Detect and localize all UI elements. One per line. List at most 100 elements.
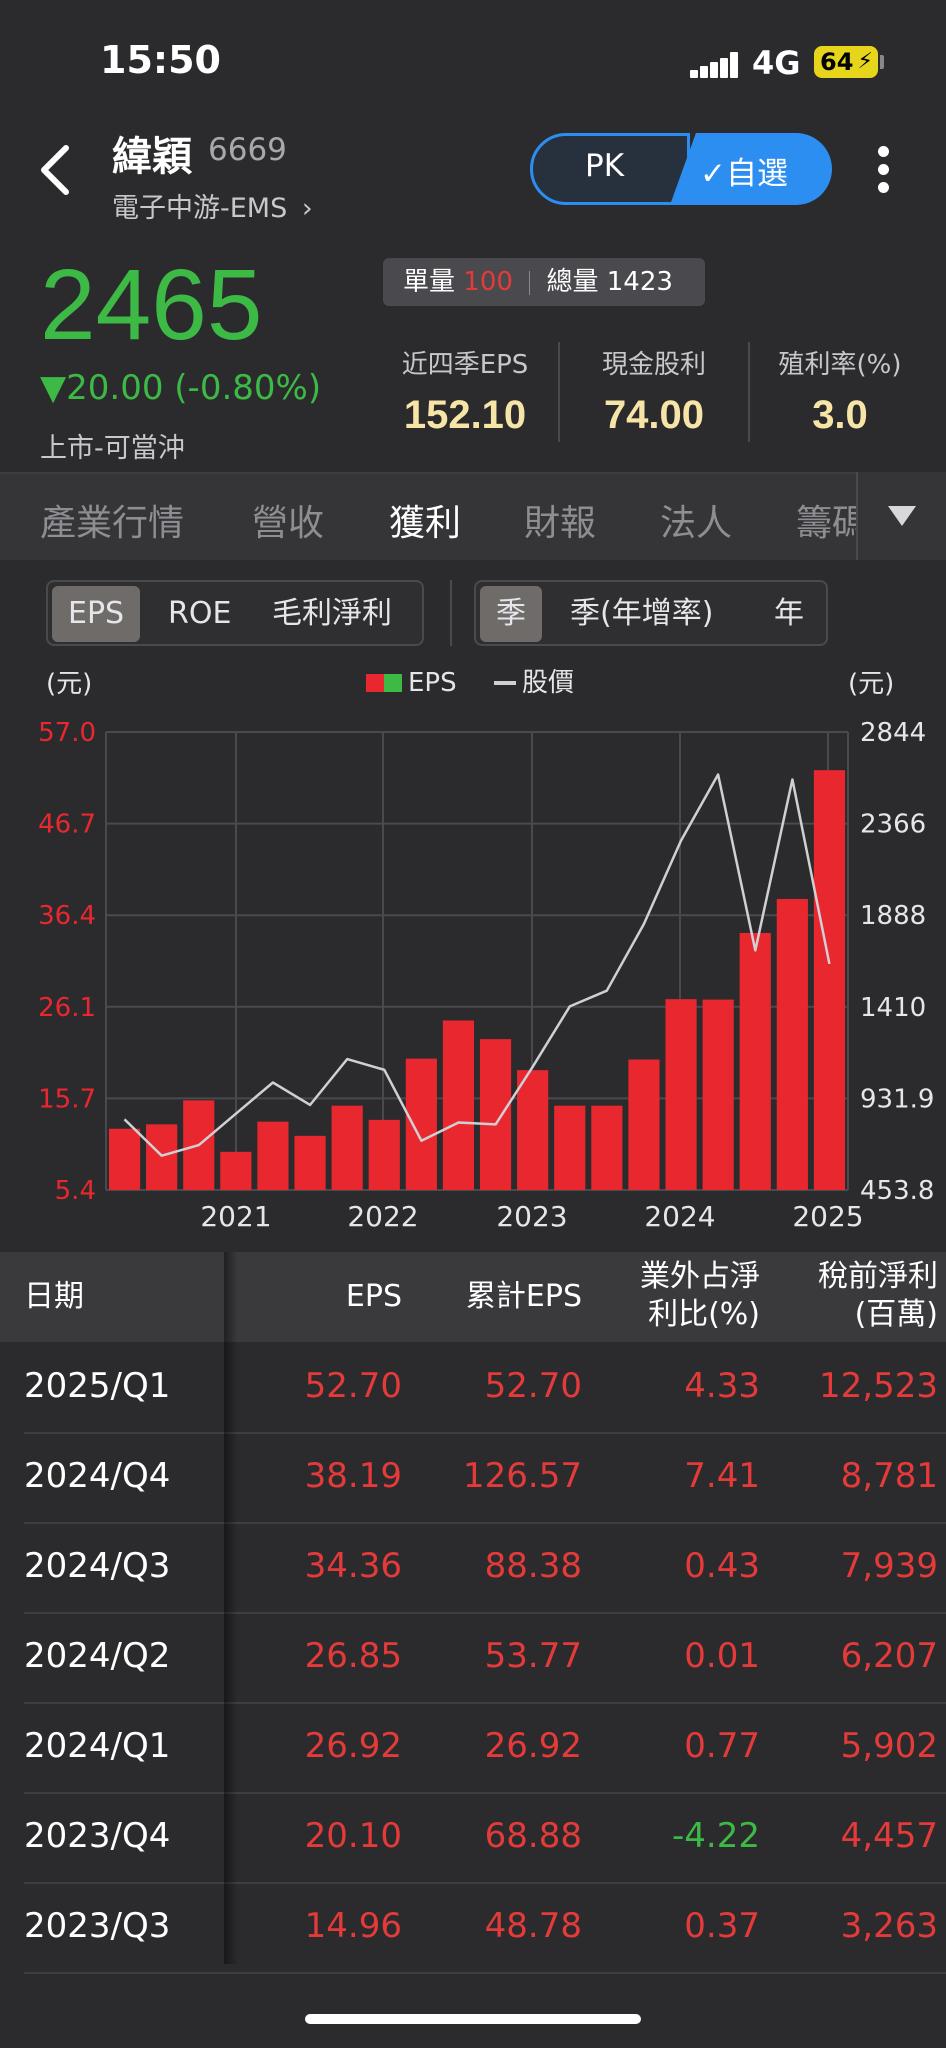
market-type: 上市-可當沖 — [40, 433, 185, 464]
period-quarter-yoy[interactable]: 季(年增率) — [570, 586, 713, 642]
metric-toggle: EPS ROE 毛利淨利 — [46, 580, 424, 646]
cell-cum-eps: 126.57 — [463, 1456, 582, 1496]
eps-bar[interactable] — [591, 1105, 623, 1190]
cell-date: 2024/Q2 — [24, 1636, 171, 1676]
volume-box: 單量 100 總量 1423 — [383, 258, 705, 306]
table-row[interactable]: 2024/Q2 26.85 53.77 0.01 6,207 — [0, 1612, 946, 1702]
right-tick-label: 931.9 — [860, 1084, 934, 1114]
metric-margin[interactable]: 毛利淨利 — [272, 586, 392, 642]
table-row[interactable]: 2023/Q4 20.10 68.88 -4.22 4,457 — [0, 1792, 946, 1882]
legend-eps: EPS — [408, 668, 457, 698]
cell-pretax: 3,263 — [840, 1906, 938, 1946]
cell-date: 2024/Q1 — [24, 1726, 171, 1766]
sector-link[interactable]: 電子中游-EMS › — [112, 186, 313, 225]
left-tick-label: 26.1 — [38, 993, 96, 1023]
eps-bar[interactable] — [554, 1105, 586, 1190]
total-volume-label: 總量 — [546, 267, 599, 297]
eps-bar[interactable] — [257, 1121, 289, 1190]
metric-roe[interactable]: ROE — [168, 586, 231, 642]
col-header-date: 日期 — [24, 1279, 84, 1314]
eps-bar[interactable] — [702, 999, 734, 1190]
pk-label: PK — [585, 148, 625, 184]
sector-label: 電子中游-EMS — [112, 193, 288, 224]
table-row[interactable]: 2024/Q4 38.19 126.57 7.41 8,781 — [0, 1432, 946, 1522]
signal-icon — [690, 52, 740, 78]
period-year[interactable]: 年 — [774, 586, 804, 642]
stock-code: 6669 — [208, 132, 287, 168]
tab-institutional[interactable]: 法人 — [660, 494, 732, 546]
left-tick-label: 36.4 — [38, 901, 96, 931]
eps-bar[interactable] — [813, 770, 846, 1190]
kpi-value: 3.0 — [812, 393, 868, 437]
watchlist-label: ✓自選 — [700, 156, 788, 192]
cell-eps: 26.92 — [304, 1726, 402, 1766]
volume-label: 單量 — [403, 267, 456, 297]
col-header-nonop-ratio: 業外占淨 利比(%) — [640, 1259, 760, 1332]
last-price: 2465 — [40, 249, 263, 361]
cell-nonop-ratio: 0.43 — [684, 1546, 760, 1586]
home-indicator[interactable] — [305, 2014, 641, 2024]
x-tick-label: 2021 — [200, 1200, 271, 1230]
cell-pretax: 7,939 — [840, 1546, 938, 1586]
kpi-yield: 殖利率(%) 3.0 — [760, 344, 920, 438]
eps-bar[interactable] — [146, 1124, 178, 1190]
col-header-cum-eps: 累計EPS — [465, 1279, 582, 1314]
tab-profit[interactable]: 獲利 — [389, 494, 461, 546]
table-row[interactable]: 2023/Q3 14.96 48.78 0.37 3,263 — [0, 1882, 946, 1972]
tabs-dropdown-icon[interactable] — [856, 472, 946, 560]
eps-bar[interactable] — [331, 1105, 363, 1190]
cell-cum-eps: 26.92 — [484, 1726, 582, 1766]
eps-bar[interactable] — [739, 932, 771, 1190]
chevron-left-icon[interactable] — [34, 140, 78, 200]
eps-bar[interactable] — [776, 898, 808, 1190]
right-tick-label: 1888 — [860, 901, 926, 931]
battery-level: 64 — [820, 48, 854, 76]
x-tick-label: 2022 — [347, 1200, 418, 1230]
col-header-eps: EPS — [345, 1279, 402, 1314]
legend-swatch-eps-down — [384, 674, 402, 692]
kpi-label: 現金股利 — [601, 350, 706, 380]
toggle-divider — [450, 580, 452, 646]
table-row[interactable]: 2024/Q3 34.36 88.38 0.43 7,939 — [0, 1522, 946, 1612]
kpi-label: 殖利率(%) — [778, 350, 902, 380]
cell-eps: 14.96 — [304, 1906, 402, 1946]
tab-revenue[interactable]: 營收 — [252, 494, 324, 546]
cell-eps: 34.36 — [304, 1546, 402, 1586]
cell-nonop-ratio: 0.37 — [684, 1906, 760, 1946]
cell-eps: 52.70 — [304, 1366, 402, 1406]
tab-industry[interactable]: 產業行情 — [40, 494, 184, 546]
cell-cum-eps: 48.78 — [484, 1906, 582, 1946]
cell-date: 2024/Q3 — [24, 1546, 171, 1586]
eps-bar[interactable] — [368, 1119, 400, 1190]
x-tick-label: 2025 — [792, 1200, 863, 1230]
stock-name: 緯穎 — [112, 134, 192, 180]
cell-pretax: 6,207 — [840, 1636, 938, 1676]
eps-bar[interactable] — [405, 1058, 437, 1190]
eps-bar[interactable] — [220, 1151, 252, 1190]
kpi-divider — [558, 342, 560, 442]
x-tick-label: 2023 — [496, 1200, 567, 1230]
col-header-pretax: 稅前淨利 (百萬) — [818, 1259, 938, 1332]
metric-eps[interactable]: EPS — [52, 586, 141, 642]
eps-bar[interactable] — [517, 1070, 549, 1190]
more-vertical-icon[interactable] — [874, 146, 892, 196]
eps-bar[interactable] — [479, 1039, 512, 1190]
table-row[interactable]: 2025/Q1 52.70 52.70 4.33 12,523 — [0, 1342, 946, 1432]
right-axis-unit: (元) — [848, 669, 894, 699]
cell-cum-eps: 53.77 — [484, 1636, 582, 1676]
table-row[interactable]: 2024/Q1 26.92 26.92 0.77 5,902 — [0, 1702, 946, 1792]
eps-bar[interactable] — [108, 1128, 141, 1190]
cell-date: 2023/Q4 — [24, 1816, 171, 1856]
table-header: 日期 EPS 累計EPS 業外占淨 利比(%) 稅前淨利 (百萬) — [0, 1252, 946, 1342]
tab-financials[interactable]: 財報 — [524, 494, 596, 546]
eps-bar[interactable] — [294, 1135, 326, 1190]
cell-date: 2023/Q3 — [24, 1906, 171, 1946]
eps-bar[interactable] — [665, 999, 697, 1190]
period-quarter[interactable]: 季 — [480, 586, 542, 642]
eps-bar[interactable] — [628, 1059, 660, 1190]
left-tick-label: 46.7 — [38, 810, 96, 840]
kpi-divider — [748, 342, 750, 442]
kpi-label: 近四季EPS — [401, 350, 529, 380]
eps-bar[interactable] — [442, 1020, 475, 1190]
compare-watchlist-group: PK ✓自選 — [530, 133, 832, 205]
